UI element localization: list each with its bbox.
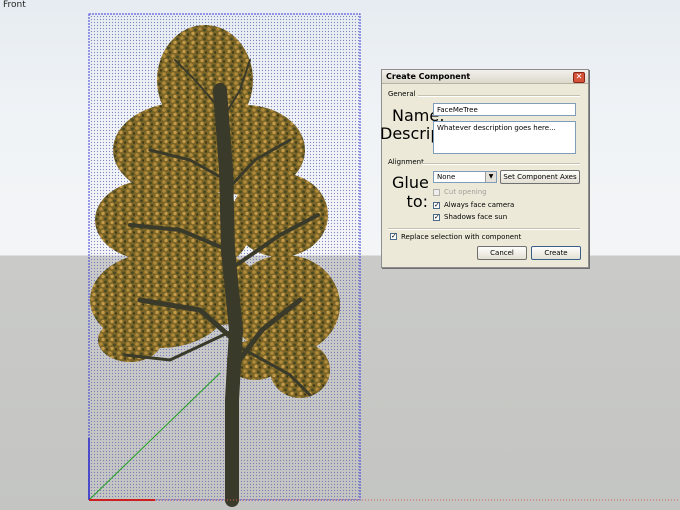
view-label: Front [3,0,26,10]
set-component-axes-button[interactable]: Set Component Axes [500,170,580,184]
description-field[interactable]: Whatever description goes here... [433,121,576,154]
always-face-camera-checkbox[interactable]: ✓ [433,202,440,209]
divider [422,163,580,165]
shadows-face-sun-checkbox[interactable]: ✓ [433,214,440,221]
glue-to-select[interactable]: None ▼ [433,171,497,183]
always-face-camera-label: Always face camera [444,201,515,209]
glue-to-label: Glue to: [392,173,429,211]
cancel-button[interactable]: Cancel [477,246,527,260]
name-label: Name: [392,106,445,125]
cut-opening-checkbox [433,189,440,196]
dialog-titlebar[interactable]: Create Component ✕ [382,70,588,84]
create-button[interactable]: Create [531,246,581,260]
close-icon[interactable]: ✕ [573,72,585,83]
cut-opening-label: Cut opening [444,188,487,196]
replace-selection-checkbox[interactable]: ✓ [390,233,397,240]
shadows-face-sun-label: Shadows face sun [444,213,508,221]
chevron-down-icon[interactable]: ▼ [485,172,496,182]
name-field[interactable]: FaceMeTree [433,103,576,116]
description-label: Description: [380,124,477,143]
alignment-section-label: Alignment [388,158,424,166]
dialog-title: Create Component [386,72,471,81]
replace-selection-label: Replace selection with component [401,233,522,241]
divider [418,95,580,97]
divider [388,228,580,230]
general-section-label: General [388,90,416,98]
glue-to-value: None [437,173,456,181]
